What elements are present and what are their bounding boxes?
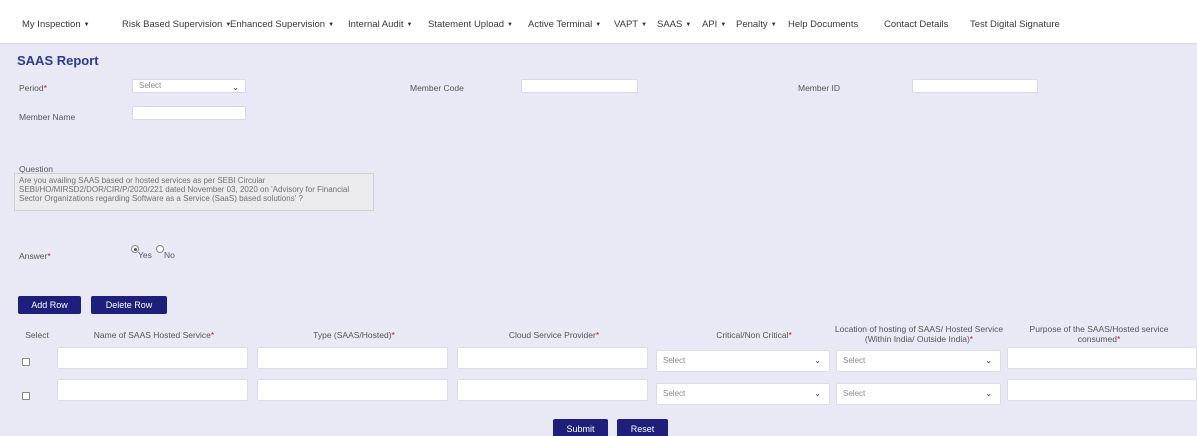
member-name-label: Member Name: [19, 112, 76, 122]
chevron-down-icon: ⌄: [232, 83, 239, 92]
row-1-purpose-input[interactable]: [1007, 347, 1197, 369]
header-location: Location of hosting of SAAS/ Hosted Serv…: [834, 324, 1004, 344]
row-2-checkbox[interactable]: [22, 392, 30, 400]
header-type: Type (SAAS/Hosted)*: [313, 330, 395, 340]
member-name-input[interactable]: [132, 106, 246, 120]
nav-enhanced-supervision[interactable]: Enhanced Supervision ▼: [230, 19, 334, 30]
nav-saas[interactable]: SAAS ▼: [657, 19, 691, 30]
row-2-provider-input[interactable]: [457, 379, 648, 401]
member-code-input[interactable]: [521, 79, 638, 93]
member-id-label: Member ID: [798, 83, 841, 93]
period-select[interactable]: Select ⌄: [132, 79, 246, 93]
caret-down-icon: ▼: [595, 22, 602, 28]
member-code-label: Member Code: [410, 83, 464, 93]
nav-internal-audit[interactable]: Internal Audit ▼: [348, 19, 412, 30]
saas-report-panel: SAAS Report Period* Select ⌄ Member Code …: [14, 48, 1197, 436]
caret-down-icon: ▼: [507, 22, 513, 28]
question-textarea: Are you availing SAAS based or hosted se…: [14, 173, 374, 211]
caret-down-icon: ▼: [406, 22, 413, 28]
chevron-down-icon: ⌄: [985, 389, 992, 398]
chevron-down-icon: ⌄: [814, 389, 821, 398]
row-1-name-input[interactable]: [57, 347, 248, 369]
nav-penalty[interactable]: Penalty ▼: [736, 19, 777, 30]
row-1-location-select[interactable]: Select ⌄: [836, 350, 1001, 372]
nav-vapt[interactable]: VAPT ▼: [614, 19, 647, 30]
caret-down-icon: ▼: [770, 22, 777, 28]
row-2-purpose-input[interactable]: [1007, 379, 1197, 401]
row-2-type-input[interactable]: [257, 379, 448, 401]
member-id-input[interactable]: [912, 79, 1038, 93]
top-navigation: My Inspection ▼ Risk Based Supervision ▼ E…: [0, 0, 1197, 44]
header-purpose: Purpose of the SAAS/Hosted service consu…: [1029, 324, 1169, 344]
caret-down-icon: ▼: [720, 22, 727, 28]
nav-risk-based-supervision[interactable]: Risk Based Supervision ▼: [122, 19, 231, 30]
caret-down-icon: ▼: [641, 22, 648, 28]
page-title: SAAS Report: [17, 53, 99, 68]
reset-button[interactable]: Reset: [617, 419, 668, 436]
row-1-checkbox[interactable]: [22, 358, 30, 366]
submit-button[interactable]: Submit: [553, 419, 608, 436]
header-select: Select: [25, 330, 49, 340]
caret-down-icon: ▼: [328, 22, 335, 28]
row-2-location-select[interactable]: Select ⌄: [836, 383, 1001, 405]
row-1-type-input[interactable]: [257, 347, 448, 369]
caret-down-icon: ▼: [83, 22, 90, 28]
row-2-name-input[interactable]: [57, 379, 248, 401]
delete-row-button[interactable]: Delete Row: [91, 296, 167, 314]
chevron-down-icon: ⌄: [985, 356, 992, 365]
nav-my-inspection[interactable]: My Inspection ▼: [22, 19, 90, 30]
answer-label: Answer*: [19, 251, 51, 261]
header-provider: Cloud Service Provider*: [508, 330, 600, 340]
nav-contact-details[interactable]: Contact Details: [884, 19, 948, 30]
nav-help-documents[interactable]: Help Documents: [788, 19, 858, 30]
header-name: Name of SAAS Hosted Service*: [93, 330, 215, 340]
row-1-critical-select[interactable]: Select ⌄: [656, 350, 830, 372]
row-2-critical-select[interactable]: Select ⌄: [656, 383, 830, 405]
period-label: Period*: [19, 83, 47, 93]
row-1-provider-input[interactable]: [457, 347, 648, 369]
nav-api[interactable]: API ▼: [702, 19, 726, 30]
header-critical: Critical/Non Critical*: [716, 330, 792, 340]
caret-down-icon: ▼: [685, 22, 692, 28]
nav-test-digital-signature[interactable]: Test Digital Signature: [970, 19, 1060, 30]
answer-no-label: No: [164, 250, 175, 260]
add-row-button[interactable]: Add Row: [18, 296, 81, 314]
answer-yes-label: Yes: [138, 250, 152, 260]
nav-active-terminal[interactable]: Active Terminal ▼: [528, 19, 601, 30]
answer-no-radio[interactable]: [156, 245, 164, 253]
nav-statement-upload[interactable]: Statement Upload ▼: [428, 19, 513, 30]
chevron-down-icon: ⌄: [814, 356, 821, 365]
